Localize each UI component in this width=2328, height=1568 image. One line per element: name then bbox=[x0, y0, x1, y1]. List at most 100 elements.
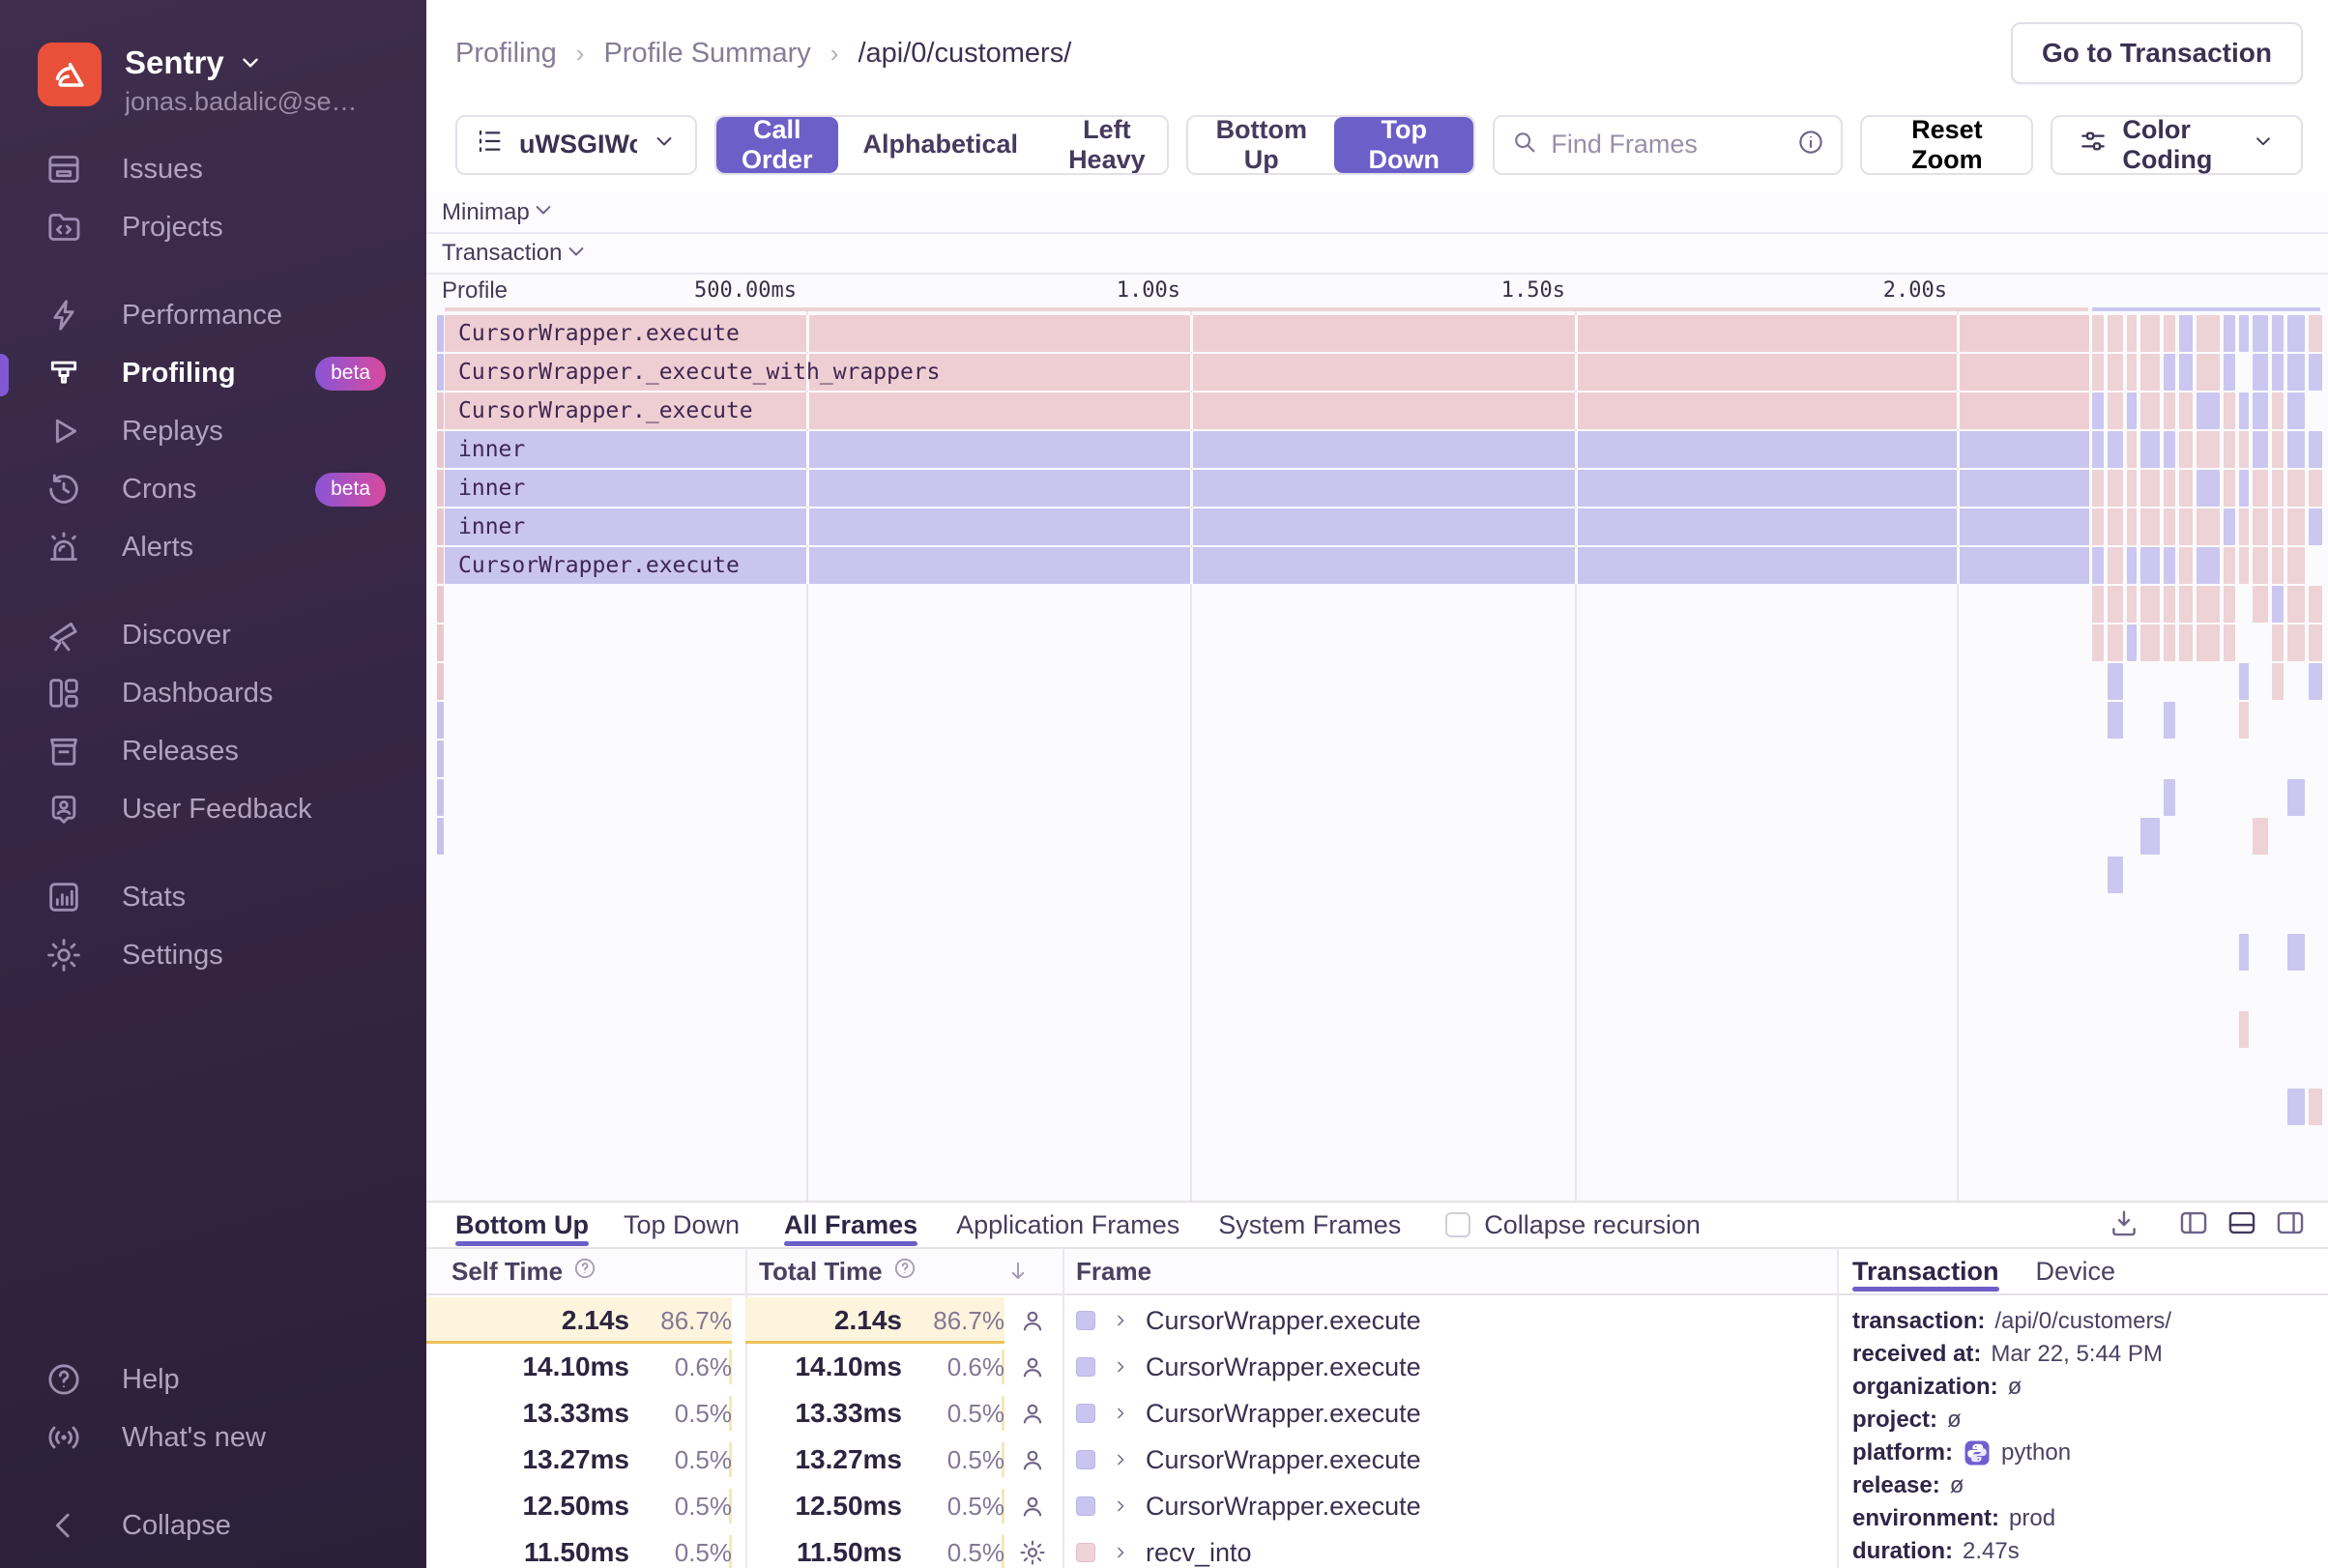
flame-frame[interactable] bbox=[2127, 315, 2137, 352]
transaction-section-header[interactable]: Transaction bbox=[426, 234, 2328, 275]
sort-alphabetical[interactable]: Alphabetical bbox=[837, 116, 1044, 173]
flame-frame[interactable] bbox=[2140, 624, 2160, 661]
checkbox[interactable] bbox=[1445, 1212, 1471, 1237]
flame-frame[interactable] bbox=[2127, 354, 2137, 391]
flame-frame[interactable] bbox=[2224, 624, 2235, 661]
color-coding-dropdown[interactable]: Color Coding bbox=[2051, 114, 2303, 175]
flame-frame[interactable] bbox=[2272, 508, 2284, 545]
flame-frame[interactable] bbox=[2253, 547, 2268, 584]
flame-frame[interactable] bbox=[2272, 470, 2284, 507]
flame-frame[interactable] bbox=[2092, 586, 2104, 623]
flame-frame[interactable] bbox=[2140, 431, 2160, 468]
column-header-total-time[interactable]: Total Time bbox=[745, 1256, 1061, 1288]
flame-frame[interactable] bbox=[2287, 470, 2305, 507]
direction-bottom-up[interactable]: Bottom Up bbox=[1188, 116, 1335, 173]
flame-frame[interactable] bbox=[2197, 586, 2220, 623]
flame-frame[interactable] bbox=[2239, 934, 2249, 971]
reset-zoom-button[interactable]: Reset Zoom bbox=[1860, 114, 2034, 175]
direction-top-down[interactable]: Top Down bbox=[1334, 116, 1474, 173]
flame-frame[interactable] bbox=[2127, 624, 2137, 661]
flame-frame[interactable] bbox=[2224, 315, 2235, 352]
flame-frame[interactable] bbox=[2253, 586, 2268, 623]
search-input[interactable] bbox=[1551, 130, 1786, 160]
flame-frame[interactable] bbox=[2272, 392, 2284, 429]
flame-frame[interactable] bbox=[2224, 470, 2235, 507]
sidebar-item-settings[interactable]: Settings bbox=[0, 926, 426, 984]
flame-frame[interactable] bbox=[2224, 586, 2235, 623]
flame-frame[interactable] bbox=[2239, 1011, 2249, 1048]
flame-frame[interactable] bbox=[2179, 392, 2193, 429]
flame-frame[interactable] bbox=[2309, 470, 2322, 507]
tab-bottom-up[interactable]: Bottom Up bbox=[455, 1202, 589, 1248]
flame-frame[interactable] bbox=[2272, 586, 2284, 623]
sidebar-item-stats[interactable]: Stats bbox=[0, 868, 426, 926]
flame-frame[interactable] bbox=[2108, 431, 2123, 468]
sidebar-item-what-s-new[interactable]: What's new bbox=[0, 1408, 426, 1466]
flame-frame[interactable] bbox=[2197, 431, 2220, 468]
flame-frame[interactable] bbox=[2164, 586, 2175, 623]
flame-frame[interactable] bbox=[2127, 508, 2137, 545]
flame-frame[interactable] bbox=[2164, 431, 2175, 468]
flame-frame[interactable] bbox=[2287, 315, 2305, 352]
flame-frame[interactable] bbox=[2108, 702, 2123, 739]
flame-frame[interactable] bbox=[2239, 470, 2249, 507]
layout-left-wrap[interactable] bbox=[2177, 1206, 2210, 1244]
flame-frame[interactable] bbox=[2272, 315, 2284, 352]
flame-frame[interactable] bbox=[2224, 547, 2235, 584]
layout-bottom-wrap[interactable] bbox=[2226, 1206, 2258, 1244]
flame-frame[interactable] bbox=[2197, 470, 2220, 507]
flame-frame[interactable] bbox=[2179, 470, 2193, 507]
sidebar-item-profiling[interactable]: Profiling beta bbox=[0, 344, 426, 402]
flame-frame[interactable] bbox=[2179, 508, 2193, 545]
flame-frame[interactable] bbox=[2164, 702, 2175, 739]
flame-frame[interactable]: inner bbox=[445, 431, 2089, 468]
flame-frame[interactable] bbox=[2309, 663, 2322, 700]
flame-frame[interactable] bbox=[2287, 1089, 2305, 1125]
flame-frame[interactable] bbox=[2272, 547, 2284, 584]
flame-frame[interactable] bbox=[2287, 547, 2305, 584]
flame-frame[interactable] bbox=[2309, 431, 2322, 468]
flame-frame[interactable] bbox=[2092, 470, 2104, 507]
breadcrumb-item[interactable]: Profile Summary bbox=[603, 38, 810, 70]
flame-frame[interactable] bbox=[2253, 354, 2268, 391]
sidebar-item-issues[interactable]: Issues bbox=[0, 140, 426, 198]
flame-frame[interactable] bbox=[2287, 508, 2305, 545]
flame-frame[interactable] bbox=[2239, 702, 2249, 739]
details-tab-device[interactable]: Device bbox=[2036, 1248, 2116, 1294]
flame-frame[interactable] bbox=[2127, 470, 2137, 507]
flame-frame[interactable] bbox=[2179, 315, 2193, 352]
tab-system-frames[interactable]: System Frames bbox=[1218, 1202, 1401, 1248]
org-switcher[interactable]: Sentry jonas.badalic@sent… bbox=[38, 43, 371, 117]
breadcrumb-item[interactable]: Profiling bbox=[455, 38, 557, 70]
sort-call-order[interactable]: Call Order bbox=[716, 116, 838, 173]
flame-frame[interactable] bbox=[2197, 392, 2220, 429]
flame-frame[interactable] bbox=[2092, 508, 2104, 545]
flame-frame[interactable] bbox=[2179, 586, 2193, 623]
flame-frame[interactable] bbox=[2092, 431, 2104, 468]
flame-frame[interactable] bbox=[2140, 818, 2160, 855]
tab-all-frames[interactable]: All Frames bbox=[784, 1202, 918, 1248]
flame-frame[interactable] bbox=[2164, 508, 2175, 545]
flame-frame[interactable] bbox=[2287, 586, 2305, 623]
flame-frame[interactable]: CursorWrapper._execute_with_wrappers bbox=[445, 354, 2089, 391]
flame-frame[interactable] bbox=[2287, 934, 2305, 971]
application-frame-toggle[interactable] bbox=[1004, 1352, 1061, 1381]
flame-frame[interactable] bbox=[2164, 470, 2175, 507]
flame-frame[interactable] bbox=[2108, 315, 2123, 352]
flame-frame[interactable] bbox=[2164, 624, 2175, 661]
flame-frame[interactable] bbox=[2179, 624, 2193, 661]
flame-frame[interactable] bbox=[2179, 354, 2193, 391]
flame-frame[interactable] bbox=[2197, 354, 2220, 391]
flame-frame[interactable] bbox=[2272, 663, 2284, 700]
flame-frame[interactable] bbox=[2179, 431, 2193, 468]
breadcrumb-item[interactable]: /api/0/customers/ bbox=[858, 38, 1071, 70]
application-frame-toggle[interactable] bbox=[1004, 1492, 1061, 1521]
flame-frame[interactable] bbox=[2309, 315, 2322, 352]
sidebar-item-dashboards[interactable]: Dashboards bbox=[0, 664, 426, 722]
tab-top-down[interactable]: Top Down bbox=[624, 1202, 740, 1248]
flame-frame[interactable] bbox=[2309, 1089, 2322, 1125]
column-header-self-time[interactable]: Self Time bbox=[440, 1256, 745, 1288]
flame-frame[interactable] bbox=[2140, 547, 2160, 584]
flame-frame[interactable] bbox=[2108, 624, 2123, 661]
flame-frame[interactable] bbox=[2224, 354, 2235, 391]
